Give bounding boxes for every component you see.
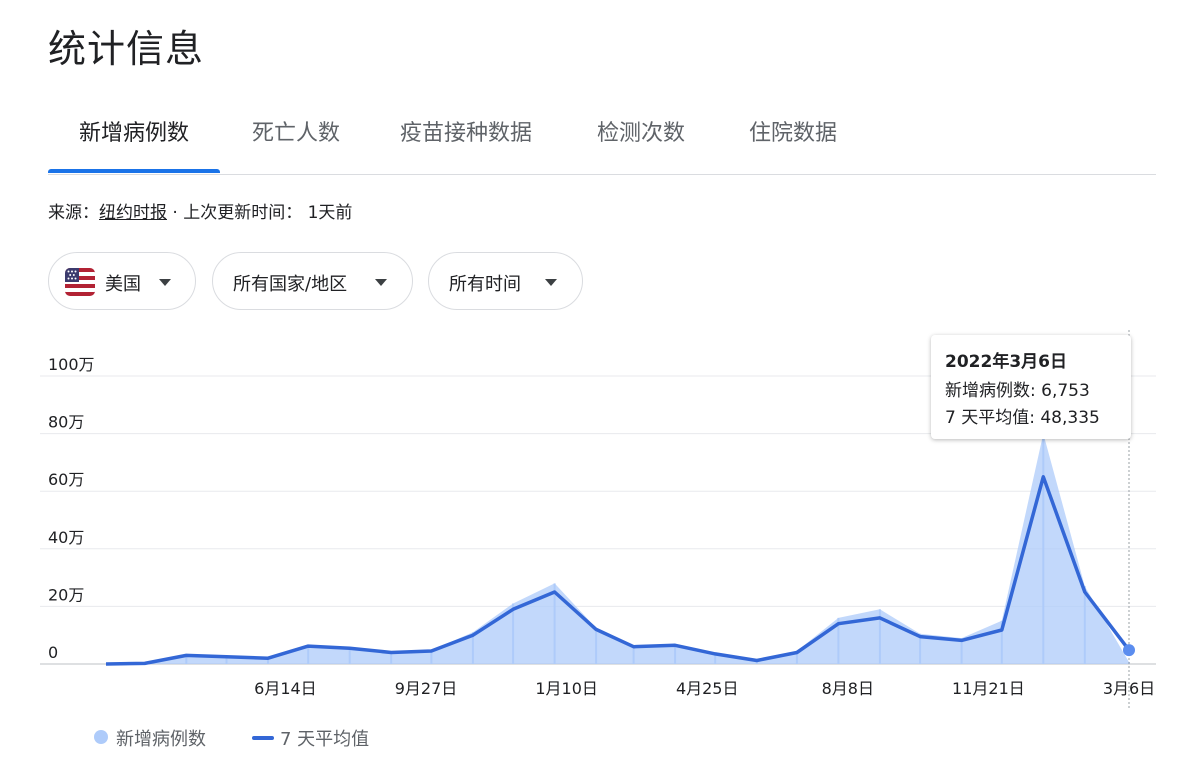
x-axis-labels: 6月14日 9月27日 1月10日 4月25日 8月8日 11月21日 3月6日 [254,679,1155,698]
stats-page: 统计信息 新增病例数 死亡人数 疫苗接种数据 检测次数 住院数据 来源：纽约时报… [0,0,1200,761]
x-tick-label: 9月27日 [395,679,458,698]
seven-day-average-line [105,475,1131,666]
average-legend-line-icon [252,736,274,740]
tooltip-average: 7 天平均值: 48,335 [945,408,1100,428]
tab-tests[interactable]: 检测次数 [586,112,696,172]
chevron-down-icon [545,279,557,286]
cases-legend-dot-icon [94,730,108,744]
country-label: 美国 [105,274,141,295]
chevron-down-icon [159,279,171,286]
tab-vaccinations[interactable]: 疫苗接种数据 [390,112,542,172]
y-tick-label: 80万 [48,413,84,432]
x-tick-label: 3月6日 [1103,679,1155,698]
y-tick-label: 60万 [48,470,84,489]
period-label: 所有时间 [449,274,521,295]
country-dropdown[interactable]: 美国 [48,252,196,310]
legend-cases-label: 新增病例数 [116,729,206,750]
tab-new-cases[interactable]: 新增病例数 [48,112,220,173]
last-updated: · 上次更新时间： 1天前 [167,203,353,223]
y-axis-labels: 0 20万 40万 60万 80万 100万 [48,355,95,662]
source-link[interactable]: 纽约时报 [99,203,167,223]
x-tick-label: 1月10日 [535,679,598,698]
chevron-down-icon [375,279,387,286]
period-dropdown[interactable]: 所有时间 [428,252,583,310]
source-line: 来源：纽约时报 · 上次更新时间： 1天前 [48,198,352,223]
us-flag-icon [65,268,95,296]
region-label: 所有国家/地区 [233,274,348,295]
chart-tooltip: 2022年3月6日 新增病例数: 6,753 7 天平均值: 48,335 [931,335,1131,439]
tab-bar: 新增病例数 死亡人数 疫苗接种数据 检测次数 住院数据 [48,112,1156,175]
y-tick-label: 100万 [48,355,95,374]
tooltip-date: 2022年3月6日 [945,352,1067,372]
x-tick-label: 11月21日 [952,679,1025,698]
source-prefix: 来源： [48,203,99,223]
page-title: 统计信息 [48,27,205,71]
y-tick-label: 20万 [48,585,84,604]
y-tick-label: 40万 [48,528,84,547]
x-tick-label: 6月14日 [254,679,317,698]
x-tick-label: 4月25日 [676,679,739,698]
region-dropdown[interactable]: 所有国家/地区 [212,252,413,310]
tab-hospitalizations[interactable]: 住院数据 [738,112,848,172]
y-tick-label: 0 [48,643,58,662]
hover-point-marker [1123,644,1135,657]
legend-average-label: 7 天平均值 [280,729,370,750]
tooltip-cases: 新增病例数: 6,753 [945,381,1090,401]
x-tick-label: 8月8日 [822,679,874,698]
tab-deaths[interactable]: 死亡人数 [236,112,356,172]
